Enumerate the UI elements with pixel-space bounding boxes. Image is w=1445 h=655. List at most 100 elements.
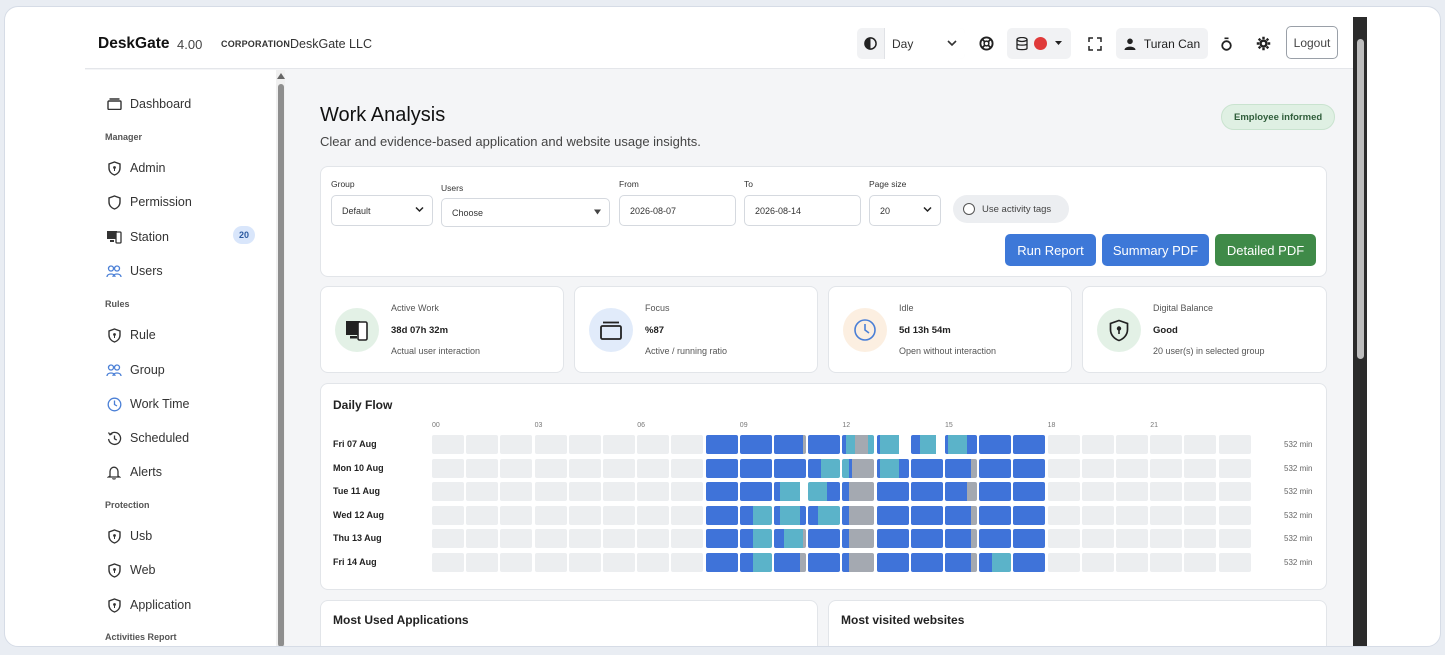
flow-cell[interactable] [1184,458,1217,478]
flow-cell[interactable] [739,435,772,454]
flow-cell[interactable] [979,529,1012,548]
flow-cell[interactable] [945,505,977,525]
flow-cell[interactable] [910,505,943,525]
flow-cell[interactable] [774,435,806,454]
flow-cell[interactable] [979,435,1012,454]
flow-cell[interactable] [1218,482,1251,501]
fullscreen-button[interactable] [1083,28,1107,59]
flow-cell[interactable] [842,552,875,572]
flow-cell[interactable] [1150,505,1183,525]
flow-cell[interactable] [466,505,499,525]
flow-cell[interactable] [466,552,499,572]
flow-cell[interactable] [568,458,601,478]
flow-cell[interactable] [705,458,738,478]
flow-cell[interactable] [603,552,635,572]
flow-cell[interactable] [774,505,806,525]
flow-cell[interactable] [842,505,875,525]
logout-button[interactable]: Logout [1286,26,1338,59]
flow-cell[interactable] [1184,505,1217,525]
flow-cell[interactable] [774,458,806,478]
flow-cell[interactable] [432,482,464,501]
sidebar-item-station[interactable]: Station [105,227,169,247]
timer-button[interactable] [1215,28,1237,59]
flow-cell[interactable] [671,435,704,454]
flow-cell[interactable] [1047,505,1080,525]
flow-cell[interactable] [808,552,841,572]
flow-cell[interactable] [500,482,533,501]
flow-cell[interactable] [705,482,738,501]
flow-cell[interactable] [637,552,670,572]
sidebar-item-usb[interactable]: Usb [105,526,152,546]
flow-cell[interactable] [1218,458,1251,478]
run-report-button[interactable]: Run Report [1005,234,1096,266]
flow-cell[interactable] [432,435,464,454]
flow-cell[interactable] [603,435,635,454]
flow-cell[interactable] [1218,552,1251,572]
flow-cell[interactable] [876,552,909,572]
flow-cell[interactable] [1013,458,1046,478]
flow-cell[interactable] [1150,435,1183,454]
flow-cell[interactable] [568,435,601,454]
sidebar-scrollbar-thumb[interactable] [278,84,284,646]
sidebar-item-admin[interactable]: Admin [105,158,165,178]
contrast-icon[interactable] [857,28,885,59]
activity-tags-toggle[interactable]: Use activity tags [953,195,1069,223]
flow-cell[interactable] [1184,552,1217,572]
flow-cell[interactable] [945,552,977,572]
flow-cell[interactable] [1047,529,1080,548]
flow-cell[interactable] [1013,529,1046,548]
brand-name[interactable]: DeskGate [98,35,170,53]
flow-cell[interactable] [603,505,635,525]
flow-cell[interactable] [1081,458,1114,478]
flow-cell[interactable] [1218,435,1251,454]
flow-cell[interactable] [500,458,533,478]
flow-cell[interactable] [466,482,499,501]
flow-cell[interactable] [500,552,533,572]
flow-cell[interactable] [705,505,738,525]
flow-cell[interactable] [1184,435,1217,454]
flow-cell[interactable] [1116,482,1148,501]
flow-cell[interactable] [637,435,670,454]
flow-cell[interactable] [637,505,670,525]
flow-cell[interactable] [1150,552,1183,572]
scroll-up-arrow-icon[interactable] [277,73,285,79]
flow-cell[interactable] [534,529,567,548]
flow-cell[interactable] [979,552,1012,572]
flow-cell[interactable] [842,482,875,501]
sidebar-item-application[interactable]: Application [105,595,191,615]
page-size-select[interactable]: 20 [869,195,941,226]
period-select[interactable]: Day [885,28,965,59]
database-status-dropdown[interactable] [1007,28,1071,59]
flow-cell[interactable] [1150,482,1183,501]
flow-cell[interactable] [432,552,464,572]
flow-cell[interactable] [876,482,909,501]
flow-cell[interactable] [876,435,909,454]
flow-cell[interactable] [1116,552,1148,572]
flow-cell[interactable] [500,435,533,454]
flow-cell[interactable] [534,552,567,572]
sidebar-item-dashboard[interactable]: Dashboard [105,94,191,114]
flow-cell[interactable] [774,529,806,548]
flow-cell[interactable] [432,505,464,525]
to-date-input[interactable]: 2026-08-14 [744,195,861,226]
flow-cell[interactable] [1218,505,1251,525]
sidebar-item-rule[interactable]: Rule [105,325,156,345]
flow-cell[interactable] [842,458,875,478]
user-menu[interactable]: Turan Can [1116,28,1208,59]
flow-cell[interactable] [808,435,841,454]
sidebar-item-scheduled[interactable]: Scheduled [105,428,189,448]
flow-cell[interactable] [1150,458,1183,478]
group-select[interactable]: Default [331,195,433,226]
flow-cell[interactable] [1047,552,1080,572]
flow-cell[interactable] [432,529,464,548]
flow-cell[interactable] [739,505,772,525]
flow-cell[interactable] [671,529,704,548]
flow-cell[interactable] [500,529,533,548]
flow-cell[interactable] [500,505,533,525]
flow-cell[interactable] [466,529,499,548]
flow-cell[interactable] [979,482,1012,501]
sidebar-item-permission[interactable]: Permission [105,192,192,212]
flow-cell[interactable] [1081,435,1114,454]
flow-cell[interactable] [808,458,841,478]
sidebar-item-group[interactable]: Group [105,360,165,380]
